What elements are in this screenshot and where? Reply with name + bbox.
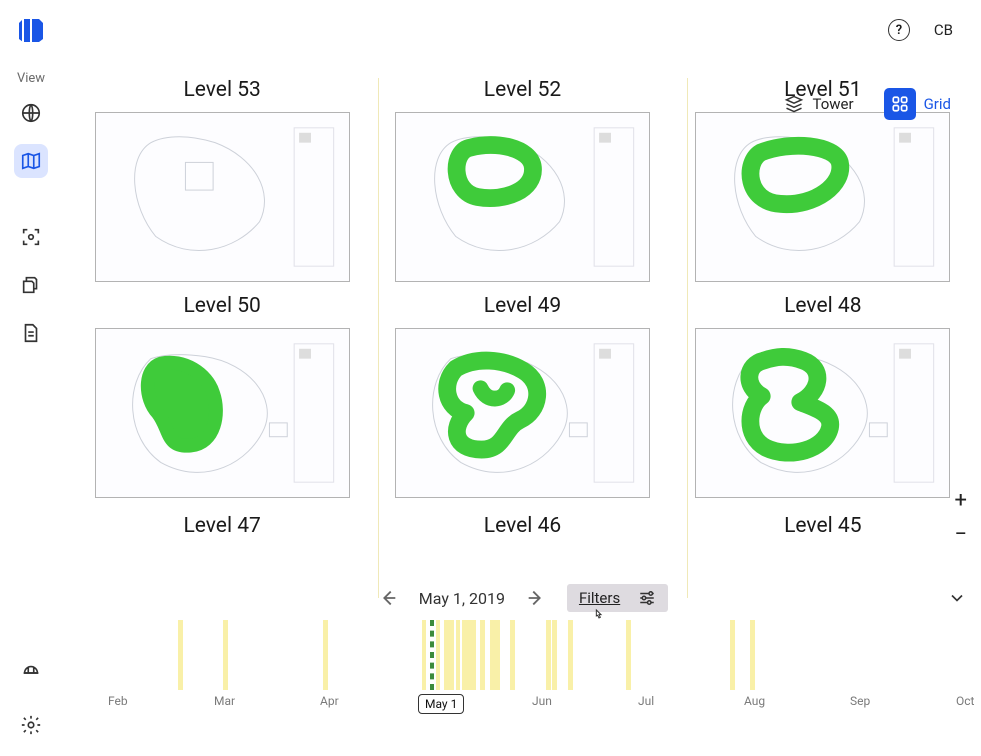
- app-logo[interactable]: [17, 15, 45, 43]
- filters-label: Filters: [579, 589, 620, 607]
- sliders-icon: [638, 589, 656, 607]
- timeline-bar: [462, 620, 476, 690]
- timeline-bars: [78, 620, 967, 690]
- folders-icon: [20, 274, 42, 296]
- timeline-bar: [546, 620, 551, 690]
- help-glyph: ?: [896, 23, 902, 38]
- filters-button[interactable]: Filters: [567, 584, 668, 612]
- timeline[interactable]: May 1 FebMarAprJunJulAugSepOct: [78, 620, 967, 720]
- timeline-bar: [510, 620, 515, 690]
- sidebar: View: [0, 0, 62, 756]
- cell-title: Level 53: [183, 78, 260, 102]
- cell-title: Level 46: [484, 514, 561, 538]
- timeline-bar: [626, 620, 631, 690]
- timeline-bar: [223, 620, 228, 690]
- timeline-month-label: Feb: [108, 694, 128, 708]
- cell-level-50: Level 50: [78, 294, 366, 498]
- zoom-in[interactable]: +: [954, 490, 966, 512]
- timeline-bar: [730, 620, 735, 690]
- timeline-current-chip[interactable]: May 1: [418, 694, 464, 714]
- plan-card-48[interactable]: [695, 328, 950, 498]
- cell-title: Level 50: [183, 294, 260, 318]
- worker-icon: [20, 662, 42, 684]
- sidebar-focus[interactable]: [14, 220, 48, 254]
- cell-title: Level 52: [484, 78, 561, 102]
- timeline-month-label: Oct: [956, 694, 974, 708]
- timeline-bar: [323, 620, 328, 690]
- plan-card-52[interactable]: [395, 112, 650, 282]
- cell-level-47: Level 47: [78, 510, 366, 548]
- cell-level-52: Level 52: [378, 78, 666, 282]
- timeline-bar: [444, 620, 454, 690]
- sidebar-file[interactable]: [14, 316, 48, 350]
- timeline-expand-button[interactable]: [947, 588, 967, 612]
- timeline-month-label: Jul: [638, 694, 654, 708]
- timeline-month-label: Sep: [850, 694, 870, 708]
- timeline-month-label: Jun: [532, 694, 552, 708]
- sidebar-folders[interactable]: [14, 268, 48, 302]
- topbar: ? CB: [888, 0, 981, 60]
- cell-title: Level 45: [784, 514, 861, 538]
- timeline-bar: [490, 620, 500, 690]
- current-date-label: May 1, 2019: [419, 589, 505, 608]
- zoom-out[interactable]: −: [954, 524, 967, 546]
- help-button[interactable]: ?: [888, 19, 910, 41]
- cell-level-46: Level 46: [378, 510, 666, 548]
- sidebar-globe[interactable]: [14, 96, 48, 130]
- cell-title: Level 48: [784, 294, 861, 318]
- sidebar-worker[interactable]: [14, 656, 48, 690]
- plan-card-50[interactable]: [95, 328, 350, 498]
- view-toggle: Tower Grid: [774, 82, 961, 126]
- sidebar-map[interactable]: [14, 144, 48, 178]
- plan-card-51[interactable]: [695, 112, 950, 282]
- cell-level-53: Level 53: [78, 78, 366, 282]
- chevron-down-icon: [947, 588, 967, 608]
- zoom-controls: + −: [954, 490, 967, 546]
- cell-level-48: Level 48: [679, 294, 967, 498]
- date-next-button[interactable]: [525, 587, 547, 609]
- arrow-right-icon: [525, 587, 547, 609]
- timeline-marker[interactable]: [430, 620, 434, 690]
- date-prev-button[interactable]: [377, 587, 399, 609]
- toggle-grid[interactable]: Grid: [874, 82, 961, 126]
- sidebar-nav: [14, 96, 48, 350]
- plan-card-49[interactable]: [395, 328, 650, 498]
- sidebar-settings[interactable]: [14, 708, 48, 742]
- settings-icon: [20, 714, 42, 736]
- timeline-bar: [422, 620, 426, 690]
- focus-icon: [20, 226, 42, 248]
- timeline-months: May 1 FebMarAprJunJulAugSepOct: [78, 694, 967, 720]
- timeline-month-label: Mar: [214, 694, 235, 708]
- sidebar-view-label: View: [17, 71, 45, 86]
- timeline-bar: [750, 620, 755, 690]
- user-avatar[interactable]: CB: [934, 21, 953, 39]
- timeline-bar: [436, 620, 440, 690]
- grid-icon: [891, 95, 909, 113]
- timeline-bar: [568, 620, 573, 690]
- grid-sep-1: [378, 78, 379, 598]
- timeline-month-label: Apr: [320, 694, 339, 708]
- sidebar-bottom: [14, 656, 48, 742]
- grid-sep-2: [687, 78, 688, 598]
- timeline-bar: [480, 620, 485, 690]
- globe-icon: [20, 102, 42, 124]
- cell-level-49: Level 49: [378, 294, 666, 498]
- file-icon: [20, 322, 42, 344]
- toggle-tower[interactable]: Tower: [774, 88, 863, 120]
- layers-icon: [784, 94, 804, 114]
- cell-title: Level 47: [183, 514, 260, 538]
- levels-grid: Level 53 Level 52: [78, 78, 967, 598]
- cell-level-45: Level 45: [679, 510, 967, 548]
- arrow-left-icon: [377, 587, 399, 609]
- timeline-bar: [456, 620, 460, 690]
- timeline-date-controls: May 1, 2019 Filters: [78, 580, 967, 616]
- toggle-tower-label: Tower: [812, 95, 853, 113]
- plan-card-53[interactable]: [95, 112, 350, 282]
- map-icon: [20, 150, 42, 172]
- timeline-bar: [178, 620, 183, 690]
- toggle-grid-label: Grid: [924, 95, 951, 113]
- timeline-bar: [552, 620, 557, 690]
- timeline-month-label: Aug: [744, 694, 765, 708]
- cell-title: Level 49: [484, 294, 561, 318]
